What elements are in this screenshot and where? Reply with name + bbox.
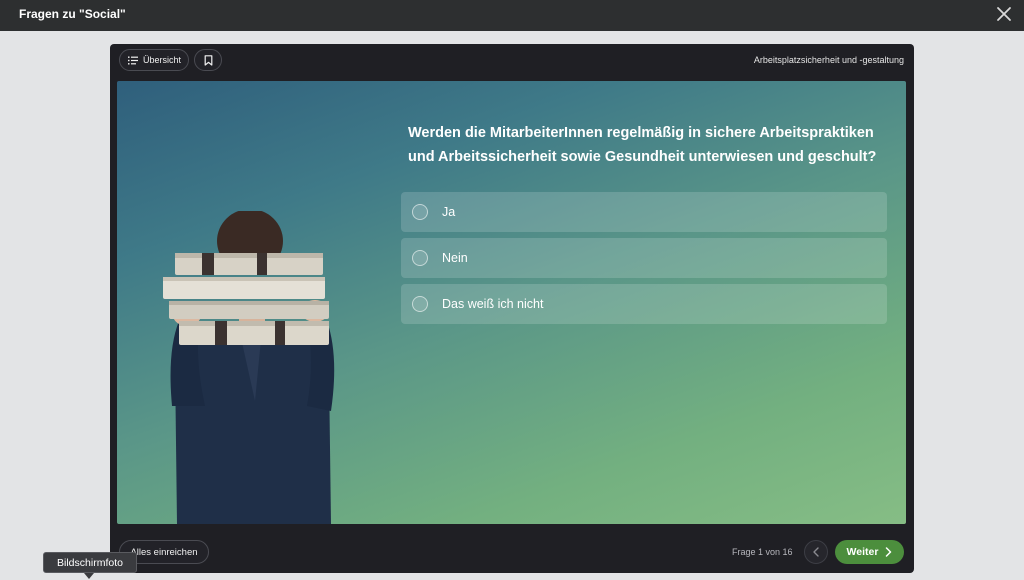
chevron-right-icon xyxy=(886,547,892,557)
window-header: Fragen zu "Social" xyxy=(0,0,1024,31)
radio-button[interactable] xyxy=(412,296,428,312)
answer-option-weiss-nicht[interactable]: Das weiß ich nicht xyxy=(401,284,887,324)
list-icon xyxy=(128,56,138,64)
topic-label: Arbeitsplatzsicherheit und -gestaltung xyxy=(753,55,904,65)
radio-button[interactable] xyxy=(412,204,428,220)
radio-button[interactable] xyxy=(412,250,428,266)
bookmark-button[interactable] xyxy=(194,49,222,71)
tooltip-arrow xyxy=(84,573,94,579)
answer-option-nein[interactable]: Nein xyxy=(401,238,887,278)
overview-label: Übersicht xyxy=(143,55,182,65)
screenshot-tooltip: Bildschirmfoto xyxy=(43,552,137,573)
question-card: Werden die MitarbeiterInnen regelmäßig i… xyxy=(117,81,906,524)
question-text: Werden die MitarbeiterInnen regelmäßig i… xyxy=(408,125,877,165)
next-label: Weiter xyxy=(846,546,879,558)
answer-label: Das weiß ich nicht xyxy=(442,297,544,311)
window-title: Fragen zu "Social" xyxy=(19,7,126,21)
next-button[interactable]: Weiter xyxy=(835,540,904,564)
chevron-left-icon xyxy=(813,547,819,557)
bookmark-icon xyxy=(204,54,212,66)
answer-label: Ja xyxy=(442,205,456,219)
overview-button[interactable]: Übersicht xyxy=(119,49,189,71)
person-with-books-image xyxy=(163,211,335,524)
close-button[interactable] xyxy=(994,4,1014,24)
close-icon xyxy=(997,7,1011,21)
quiz-modal: Übersicht Arbeitsplatzsicherheit und -ge… xyxy=(110,44,914,573)
question-progress: Frage 1 von 16 xyxy=(732,547,793,557)
previous-button[interactable] xyxy=(804,540,828,564)
answer-label: Nein xyxy=(442,251,468,265)
answer-option-ja[interactable]: Ja xyxy=(401,192,887,232)
